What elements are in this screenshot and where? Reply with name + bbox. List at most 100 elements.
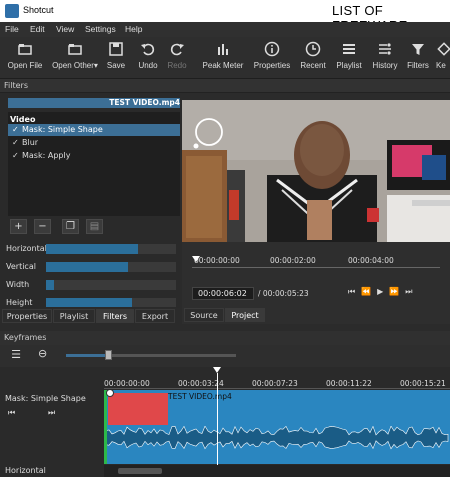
checkbox-checked-icon[interactable]: ✓ — [12, 137, 22, 149]
clip-name: TEST VIDEO.mp4 — [168, 392, 232, 401]
skip-next-icon[interactable]: ⏭ — [405, 287, 418, 296]
keyframe-icon — [437, 42, 450, 56]
zoom-slider-fill — [66, 354, 109, 357]
keyframes-title: Keyframes — [0, 331, 450, 345]
save-button[interactable]: Save — [104, 41, 128, 70]
paste-filter-button[interactable]: ▤ — [86, 219, 103, 234]
next-keyframe-icon[interactable]: ⏭ — [48, 408, 55, 418]
filter-item-label: Mask: Simple Shape — [22, 125, 103, 134]
video-frame-image — [182, 100, 450, 242]
param-height: Height — [0, 295, 180, 307]
menu-icon[interactable]: ☰ — [8, 348, 24, 363]
open-file-label: Open File — [7, 61, 43, 70]
filter-item-mask-apply[interactable]: ✓ Mask: Apply — [8, 150, 180, 162]
ruler-label: 00:00:02:00 — [270, 256, 316, 265]
paste-icon: ▤ — [89, 221, 100, 232]
ruler-label: 00:00:15:21 — [400, 379, 446, 388]
tab-properties[interactable]: Properties — [2, 309, 52, 323]
tab-export[interactable]: Export — [135, 309, 175, 323]
param-track-label: Horizontal — [5, 466, 46, 475]
filters-button[interactable]: Filters — [405, 41, 431, 70]
open-file-icon — [18, 44, 32, 55]
tab-source[interactable]: Source — [184, 308, 224, 322]
menu-settings[interactable]: Settings — [85, 24, 116, 34]
zoom-slider-handle[interactable] — [104, 350, 112, 360]
zoom-out-icon[interactable]: ⊖ — [38, 347, 47, 360]
redo-button[interactable]: Redo — [165, 41, 189, 70]
filters-label: Filters — [407, 61, 429, 70]
undo-button[interactable]: Undo — [135, 41, 161, 70]
rewind-icon[interactable]: ⏪ — [361, 287, 377, 296]
redo-label: Redo — [167, 61, 187, 70]
checkbox-checked-icon[interactable]: ✓ — [12, 150, 22, 162]
video-preview[interactable] — [182, 100, 450, 242]
peak-meter-button[interactable]: Peak Meter — [200, 41, 246, 70]
clip-in-marker — [104, 390, 107, 464]
plus-icon: + — [14, 221, 23, 232]
toolbar: Open File Open Other▾ Save Undo Redo Pea… — [0, 37, 450, 79]
list-icon — [343, 44, 355, 54]
filter-item-blur[interactable]: ✓ Blur — [8, 137, 180, 149]
open-file-button[interactable]: Open File — [6, 41, 44, 70]
fast-forward-icon[interactable]: ⏩ — [389, 287, 405, 296]
keyframes-track-head: Mask: Simple Shape ⏮ ⏭ — [0, 390, 104, 464]
ruler-label: 00:00:00:00 — [194, 256, 240, 265]
history-icon — [379, 43, 391, 55]
tab-project[interactable]: Project — [225, 308, 265, 322]
keyframes-clip[interactable]: TEST VIDEO.mp4 — [104, 390, 450, 464]
player-playhead[interactable] — [192, 256, 200, 262]
vertical-slider[interactable] — [46, 262, 176, 272]
remove-filter-button[interactable]: − — [34, 219, 51, 234]
filter-list: Video ✓ Mask: Simple Shape ✓ Blur ✓ Mask: A… — [8, 112, 180, 216]
playlist-button[interactable]: Playlist — [334, 41, 364, 70]
scrollbar-thumb[interactable] — [118, 468, 162, 474]
add-filter-button[interactable]: + — [10, 219, 27, 234]
filter-section-video: Video — [10, 115, 36, 124]
peak-meter-label: Peak Meter — [202, 61, 244, 70]
copy-icon: ❐ — [66, 221, 75, 232]
shotcut-app-icon — [5, 4, 19, 18]
tab-playlist[interactable]: Playlist — [53, 309, 95, 323]
param-label: Vertical — [6, 262, 36, 271]
ruler-label: 00:00:04:00 — [348, 256, 394, 265]
player-controls: 00:00:00:00 00:00:02:00 00:00:04:00 00:0… — [182, 242, 450, 324]
previous-keyframe-icon[interactable]: ⏮ — [8, 408, 15, 418]
recent-button[interactable]: Recent — [298, 41, 328, 70]
width-slider[interactable] — [46, 280, 176, 290]
zoom-slider[interactable] — [66, 350, 236, 360]
open-other-button[interactable]: Open Other▾ — [50, 41, 100, 70]
info-icon — [264, 41, 280, 57]
minus-icon: − — [38, 221, 47, 232]
horizontal-scrollbar[interactable] — [104, 465, 450, 477]
play-icon[interactable]: ▶ — [377, 287, 389, 296]
history-label: History — [372, 61, 398, 70]
menu-view[interactable]: View — [56, 24, 74, 34]
param-label: Height — [6, 298, 33, 307]
horizontal-slider[interactable] — [46, 244, 176, 254]
tab-filters[interactable]: Filters — [96, 309, 134, 323]
param-horizontal: Horizontal — [0, 241, 180, 257]
height-slider[interactable] — [46, 298, 176, 307]
slider-fill — [46, 262, 128, 272]
properties-button[interactable]: Properties — [252, 41, 292, 70]
timeline-playhead[interactable] — [217, 373, 218, 465]
current-time-field[interactable]: 00:00:06:02 — [192, 287, 254, 300]
save-label: Save — [106, 61, 126, 70]
skip-previous-icon[interactable]: ⏮ — [348, 287, 361, 296]
checkbox-checked-icon[interactable]: ✓ — [12, 124, 22, 136]
left-dock-tabs: Properties Playlist Filters Export — [0, 309, 180, 323]
undo-label: Undo — [138, 61, 158, 70]
app-title: Shotcut — [23, 5, 54, 15]
keyframes-ruler[interactable]: 00:00:00:00 00:00:03:24 00:00:07:23 00:0… — [104, 373, 450, 389]
menu-bar: File Edit View Settings Help — [0, 22, 450, 37]
filter-item-mask-simple-shape[interactable]: ✓ Mask: Simple Shape — [8, 124, 180, 136]
playhead-handle[interactable] — [213, 367, 221, 373]
menu-help[interactable]: Help — [125, 24, 142, 34]
copy-filter-button[interactable]: ❐ — [62, 219, 79, 234]
player-ruler[interactable]: 00:00:00:00 00:00:02:00 00:00:04:00 — [192, 254, 440, 268]
menu-edit[interactable]: Edit — [30, 24, 45, 34]
keyframes-button[interactable]: Ke — [436, 41, 450, 70]
param-label: Width — [6, 280, 30, 289]
history-button[interactable]: History — [370, 41, 400, 70]
menu-file[interactable]: File — [5, 24, 19, 34]
